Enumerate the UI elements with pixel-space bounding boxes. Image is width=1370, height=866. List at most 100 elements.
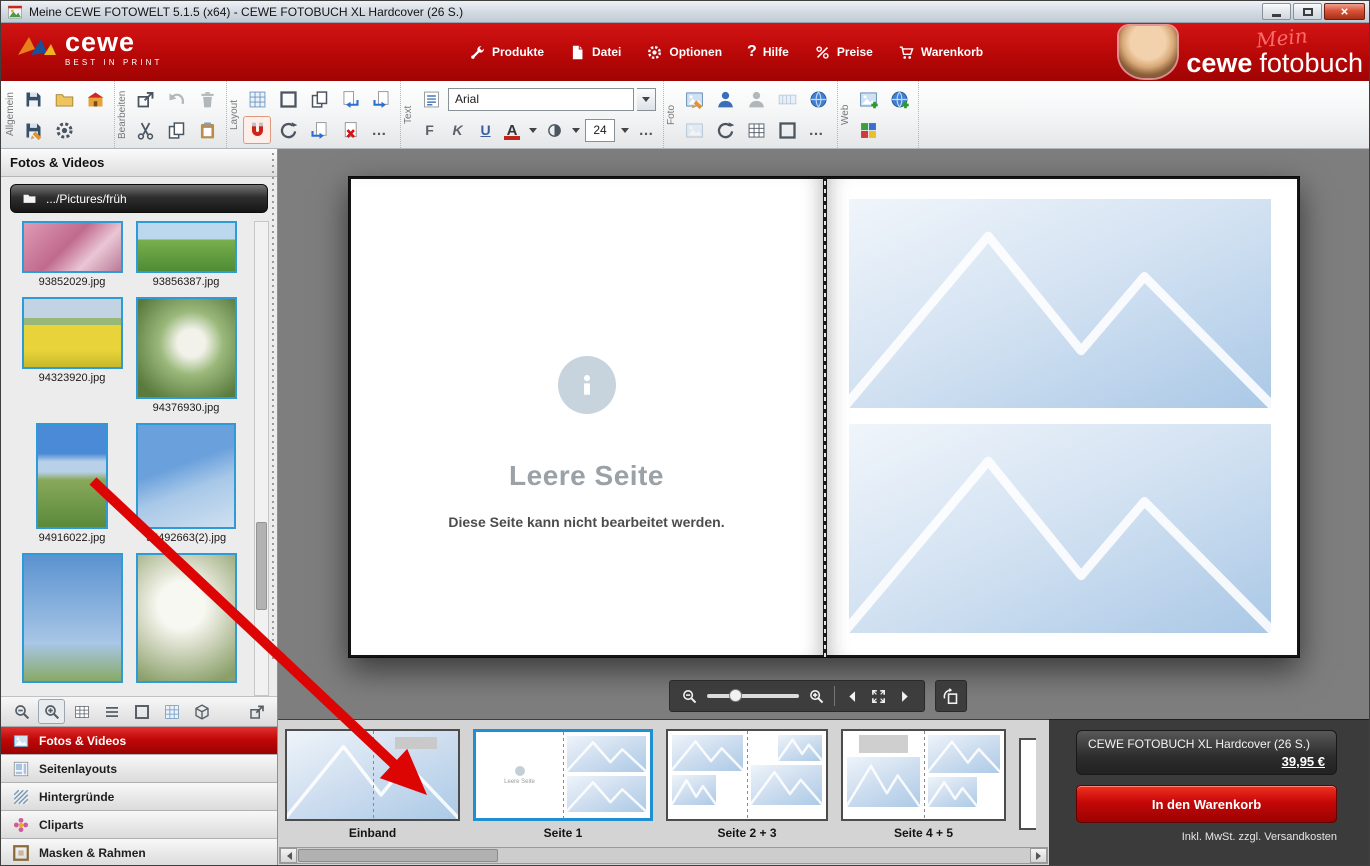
thumb-zoom-in-button[interactable] xyxy=(38,699,65,724)
font-size-dropdown-button[interactable] xyxy=(618,118,631,142)
zoom-slider-handle[interactable] xyxy=(729,689,742,702)
internet-photos-button[interactable] xyxy=(804,85,832,113)
fit-page-button[interactable] xyxy=(870,688,887,705)
right-page[interactable] xyxy=(827,179,1297,655)
menu-warenkorb[interactable]: Warenkorb xyxy=(898,44,983,61)
move-page-button[interactable] xyxy=(305,116,333,144)
close-button[interactable] xyxy=(1324,3,1365,20)
undo-button[interactable] xyxy=(162,85,190,113)
view-columns-button[interactable] xyxy=(68,699,95,724)
photo-thumb[interactable]: 95492663(2).jpg xyxy=(129,423,243,544)
add-page-after-button[interactable] xyxy=(367,85,395,113)
sidebar-tab-fotos-videos[interactable]: Fotos & Videos xyxy=(1,727,277,755)
guides-button[interactable] xyxy=(274,85,302,113)
menu-hilfe[interactable]: ? Hilfe xyxy=(747,43,789,61)
cut-button[interactable] xyxy=(131,116,159,144)
font-family-dropdown-button[interactable] xyxy=(637,88,656,111)
menu-preise[interactable]: Preise xyxy=(814,44,873,61)
page-thumb-partial[interactable] xyxy=(1019,738,1036,830)
color-management-button[interactable] xyxy=(854,116,882,144)
menu-datei[interactable]: Datei xyxy=(569,44,621,61)
thumb-zoom-out-button[interactable] xyxy=(8,699,35,724)
scrollbar-thumb[interactable] xyxy=(298,849,498,862)
photo-thumb[interactable]: 93852029.jpg xyxy=(15,221,129,288)
zoom-slider[interactable] xyxy=(707,694,799,698)
delete-button[interactable] xyxy=(193,85,221,113)
text-more-button[interactable]: … xyxy=(634,116,658,144)
rotate-view-button[interactable] xyxy=(935,680,967,712)
add-to-cart-button[interactable]: In den Warenkorb xyxy=(1076,785,1337,823)
person-search-button[interactable] xyxy=(742,85,770,113)
cube-view-button[interactable] xyxy=(188,699,215,724)
photo-grid-scrollbar[interactable] xyxy=(254,221,269,696)
font-size-select[interactable]: 24 xyxy=(585,119,615,142)
scroll-left-button[interactable] xyxy=(280,848,297,863)
foto-more-button[interactable]: … xyxy=(804,116,828,144)
font-family-select[interactable]: Arial xyxy=(448,88,634,111)
pagestrip-scrollbar[interactable] xyxy=(279,847,1048,864)
photo-effects-button[interactable] xyxy=(680,116,708,144)
zoom-out-button[interactable] xyxy=(681,688,698,705)
opacity-button[interactable] xyxy=(542,116,566,144)
page-thumb-seite-2-3[interactable]: Seite 2 + 3 xyxy=(666,729,828,840)
font-color-dropdown-button[interactable] xyxy=(526,118,539,142)
order-button[interactable] xyxy=(81,85,109,113)
share-button[interactable] xyxy=(131,85,159,113)
underline-button[interactable]: U xyxy=(473,118,498,142)
zoom-in-button[interactable] xyxy=(808,688,825,705)
settings-button[interactable] xyxy=(50,116,78,144)
photo-frame-button[interactable] xyxy=(773,116,801,144)
edit-photo-button[interactable] xyxy=(680,85,708,113)
photo-thumb[interactable]: 94916022.jpg xyxy=(15,423,129,544)
layout-more-button[interactable]: … xyxy=(367,116,391,144)
opacity-dropdown-button[interactable] xyxy=(569,118,582,142)
minimize-button[interactable] xyxy=(1262,3,1291,20)
photo-thumb[interactable]: 94376930.jpg xyxy=(129,297,243,414)
sidebar-tab-cliparts[interactable]: Cliparts xyxy=(1,811,277,839)
bold-button[interactable]: F xyxy=(417,118,442,142)
rotate-photo-button[interactable] xyxy=(711,116,739,144)
photo-thumb[interactable]: 94323920.jpg xyxy=(15,297,129,384)
view-list-button[interactable] xyxy=(98,699,125,724)
save-button[interactable] xyxy=(19,85,47,113)
import-photos-button[interactable] xyxy=(243,699,270,724)
menu-produkte[interactable]: Produkte xyxy=(469,44,544,61)
scroll-right-button[interactable] xyxy=(1030,848,1047,863)
photo-thumb[interactable]: 93856387.jpg xyxy=(129,221,243,288)
photo-placeholder[interactable] xyxy=(849,199,1271,408)
collage-button[interactable] xyxy=(742,116,770,144)
open-photos-button[interactable] xyxy=(50,85,78,113)
copy-button[interactable] xyxy=(162,116,190,144)
delete-page-button[interactable] xyxy=(336,116,364,144)
web-upload-button[interactable] xyxy=(854,85,882,113)
add-page-before-button[interactable] xyxy=(336,85,364,113)
next-page-button[interactable] xyxy=(896,688,913,705)
sidebar-tab-hintergruende[interactable]: Hintergründe xyxy=(1,783,277,811)
maximize-button[interactable] xyxy=(1293,3,1322,20)
sidebar-tab-seitenlayouts[interactable]: Seitenlayouts xyxy=(1,755,277,783)
sidebar-tab-masken-rahmen[interactable]: Masken & Rahmen xyxy=(1,839,277,866)
page-thumb-einband[interactable]: Einband xyxy=(285,729,460,840)
photo-thumb[interactable] xyxy=(15,553,129,683)
page-thumb-seite-1[interactable]: Leere Seite Seite 1 xyxy=(473,729,653,840)
panorama-button[interactable] xyxy=(773,85,801,113)
add-text-button[interactable] xyxy=(417,85,445,113)
photo-thumb[interactable] xyxy=(129,553,243,683)
grid-button[interactable] xyxy=(243,85,271,113)
view-grid-button[interactable] xyxy=(158,699,185,724)
paste-button[interactable] xyxy=(193,116,221,144)
italic-button[interactable]: K xyxy=(445,118,470,142)
save-as-button[interactable] xyxy=(19,116,47,144)
previous-page-button[interactable] xyxy=(844,688,861,705)
web-globe-button[interactable] xyxy=(885,85,913,113)
font-color-button[interactable]: A xyxy=(501,118,523,142)
scrollbar-thumb[interactable] xyxy=(256,522,267,610)
photo-placeholder[interactable] xyxy=(849,424,1271,633)
rotate-page-button[interactable] xyxy=(274,116,302,144)
menu-optionen[interactable]: Optionen xyxy=(646,44,722,61)
view-frame-button[interactable] xyxy=(128,699,155,724)
spread-view-button[interactable] xyxy=(305,85,333,113)
folder-select-button[interactable]: .../Pictures/früh xyxy=(10,184,268,213)
person-tag-button[interactable] xyxy=(711,85,739,113)
page-thumb-seite-4-5[interactable]: Seite 4 + 5 xyxy=(841,729,1006,840)
